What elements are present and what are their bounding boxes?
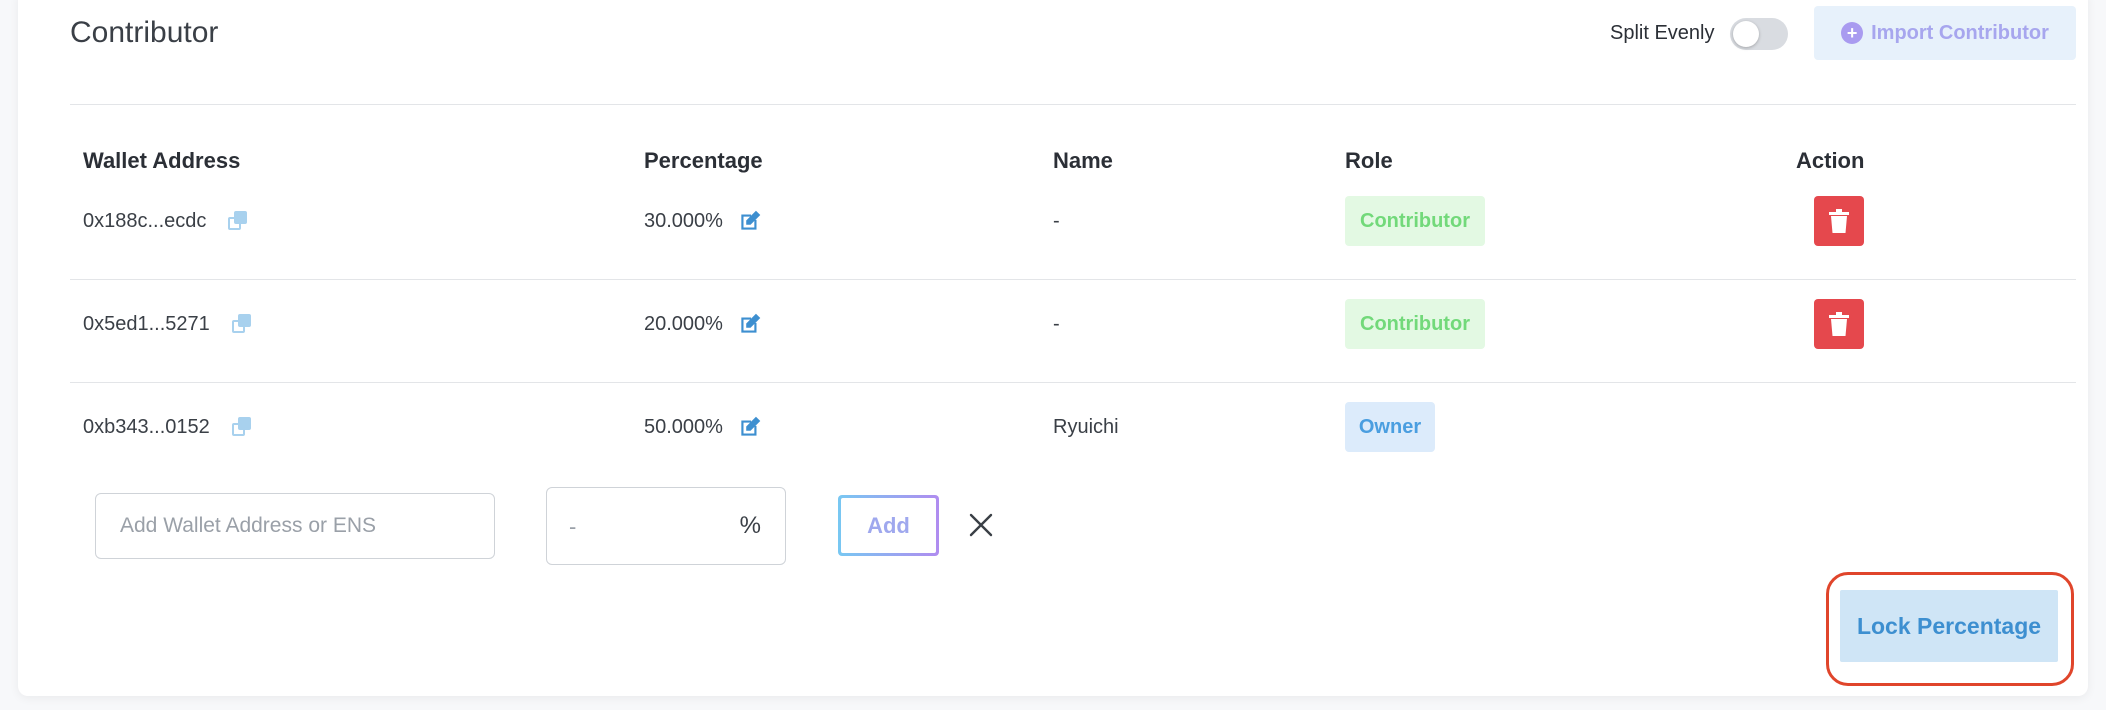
section-title: Contributor — [70, 16, 219, 49]
trash-icon — [1829, 312, 1849, 336]
row-divider — [70, 382, 2076, 383]
name-cell: - — [1053, 209, 1060, 232]
highlight-ring — [1826, 572, 2074, 686]
wallet-address-input[interactable] — [95, 493, 495, 559]
percentage-value: 50.000% — [644, 415, 723, 438]
copy-icon[interactable] — [228, 211, 248, 231]
column-header-wallet: Wallet Address — [83, 148, 241, 173]
percentage-value: 20.000% — [644, 312, 723, 335]
wallet-cell: 0x5ed1...5271 — [83, 309, 252, 339]
column-header-role: Role — [1345, 148, 1393, 173]
wallet-address: 0x188c...ecdc — [83, 209, 207, 232]
percentage-cell: 30.000% — [644, 206, 763, 236]
percentage-input[interactable] — [569, 510, 719, 544]
wallet-address: 0xb343...0152 — [83, 415, 210, 438]
percentage-input-box[interactable]: % — [546, 487, 786, 565]
percentage-cell: 20.000% — [644, 309, 763, 339]
add-button[interactable]: Add — [838, 495, 939, 556]
wallet-cell: 0xb343...0152 — [83, 412, 252, 442]
percentage-value: 30.000% — [644, 209, 723, 232]
delete-button[interactable] — [1814, 196, 1864, 246]
trash-icon — [1829, 209, 1849, 233]
split-evenly-label: Split Evenly — [1610, 22, 1715, 44]
percent-sign: % — [739, 512, 761, 539]
name-cell: - — [1053, 312, 1060, 335]
plus-circle-icon: + — [1841, 22, 1864, 44]
split-evenly-toggle[interactable] — [1730, 18, 1788, 50]
copy-icon[interactable] — [231, 314, 252, 334]
percentage-cell: 50.000% — [644, 412, 763, 442]
toggle-knob — [1733, 21, 1759, 47]
copy-icon[interactable] — [231, 417, 252, 437]
role-badge: Contributor — [1345, 196, 1485, 246]
wallet-cell: 0x188c...ecdc — [83, 206, 248, 236]
wallet-address: 0x5ed1...5271 — [83, 312, 210, 335]
row-divider — [70, 279, 2076, 280]
close-icon[interactable] — [968, 512, 994, 538]
add-button-label: Add — [841, 498, 936, 553]
column-header-percentage: Percentage — [644, 148, 763, 173]
role-badge: Contributor — [1345, 299, 1485, 349]
name-cell: Ryuichi — [1053, 415, 1119, 438]
edit-icon[interactable] — [737, 208, 763, 234]
contributor-card: Contributor Split Evenly + Import Contri… — [18, 0, 2088, 696]
column-header-name: Name — [1053, 148, 1113, 173]
edit-icon[interactable] — [737, 414, 763, 440]
column-header-action: Action — [1796, 148, 1865, 173]
edit-icon[interactable] — [737, 311, 763, 337]
delete-button[interactable] — [1814, 299, 1864, 349]
import-contributor-label: Import Contributor — [1871, 21, 2049, 44]
role-badge: Owner — [1345, 402, 1435, 452]
header-divider — [70, 104, 2076, 105]
import-contributor-button[interactable]: + Import Contributor — [1814, 6, 2076, 60]
